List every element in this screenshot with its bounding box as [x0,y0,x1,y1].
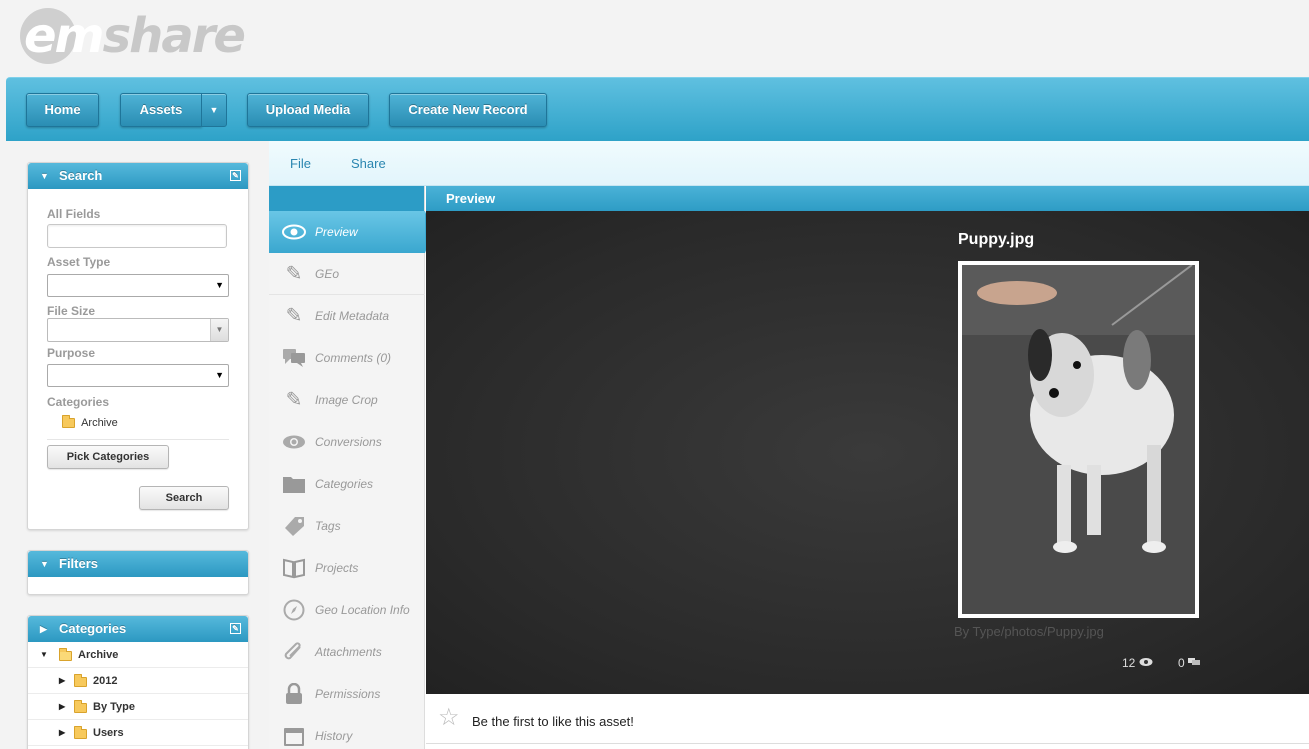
purpose-select[interactable]: ▼ [47,364,229,387]
expand-arrow-icon[interactable]: ▶ [40,616,47,642]
tree-item-by-type[interactable]: ▶ By Type [28,694,248,720]
asset-path: By Type/photos/Puppy.jpg [954,624,1104,639]
star-icon[interactable]: ☆ [438,706,460,730]
eye-icon [282,221,306,243]
tree-item-archive[interactable]: ▼ Archive [28,642,248,668]
nav-history[interactable]: History [269,715,425,749]
all-fields-input[interactable] [47,224,227,248]
asset-title: Puppy.jpg [958,231,1035,248]
logo-text: emshare [24,8,246,64]
edit-icon[interactable]: ✎ [230,623,241,634]
lock-icon [282,682,306,705]
assets-button[interactable]: Assets [120,93,202,127]
tag-icon [282,515,306,537]
categories-label: Categories [47,395,110,409]
top-navigation: Home Assets ▼ Upload Media Create New Re… [6,77,1309,141]
search-panel-header[interactable]: ▼ Search ✎ [28,163,248,189]
comment-count: 0 [1178,656,1201,670]
preview-header: Preview [426,186,1309,211]
filters-panel: ▼ Filters [27,550,249,595]
folder-icon [74,700,87,713]
view-count: 12 [1122,656,1153,670]
tree-item-2012[interactable]: ▶ 2012 [28,668,248,694]
categories-panel-header[interactable]: ▶ Categories ✎ [28,616,248,642]
asset-side-nav: Preview ✎ GEo ✎ Edit Metadata Comments (… [269,186,433,749]
asset-image-frame[interactable] [958,261,1199,618]
dropdown-arrow-icon: ▼ [215,370,224,380]
nav-projects[interactable]: Projects [269,547,425,589]
nav-geo[interactable]: ✎ GEo [269,253,425,295]
file-menu[interactable]: File [290,156,311,171]
nav-permissions[interactable]: Permissions [269,673,425,715]
nav-comments[interactable]: Comments (0) [269,337,425,379]
nav-image-crop[interactable]: ✎ Image Crop [269,379,425,421]
side-nav-header [269,186,424,211]
nav-geo-location-info[interactable]: Geo Location Info [269,589,425,631]
assets-dropdown-caret-icon[interactable]: ▼ [201,93,227,127]
dropdown-arrow-icon: ▼ [215,280,224,290]
pencil-icon: ✎ [285,389,303,411]
search-panel: ▼ Search ✎ All Fields Asset Type ▼ File … [27,162,249,530]
purpose-label: Purpose [47,346,96,360]
asset-image[interactable] [962,265,1195,614]
eye-icon [1139,656,1153,670]
categories-panel-title: Categories [59,621,127,636]
pencil-icon: ✎ [285,263,303,285]
book-icon [282,557,306,579]
folder-icon [62,415,75,429]
tree-collapse-icon[interactable]: ▼ [40,642,48,668]
tree-expand-icon[interactable]: ▶ [59,668,65,694]
asset-type-select[interactable]: ▼ [47,274,229,297]
paperclip-icon [282,641,306,663]
nav-edit-metadata[interactable]: ✎ Edit Metadata [269,295,425,337]
tree-expand-icon[interactable]: ▶ [59,694,65,720]
filters-panel-header[interactable]: ▼ Filters [28,551,248,577]
selected-category: Archive [62,415,118,429]
pencil-icon: ✎ [285,305,303,327]
nav-tags[interactable]: Tags [269,505,425,547]
folder-icon [74,674,87,687]
combo-arrow-icon[interactable]: ▼ [210,319,228,341]
folder-icon [74,726,87,739]
nav-attachments[interactable]: Attachments [269,631,425,673]
folder-icon [282,473,306,495]
collapse-arrow-icon[interactable]: ▼ [40,163,49,189]
folder-open-icon [59,648,72,661]
compass-icon [282,599,306,621]
tree-item-users[interactable]: ▶ Users [28,720,248,746]
edit-icon[interactable]: ✎ [230,170,241,181]
like-text: Be the first to like this asset! [472,714,634,729]
tree-expand-icon[interactable]: ▶ [59,720,65,746]
filters-panel-title: Filters [59,556,99,571]
calendar-icon [282,725,306,747]
upload-media-button[interactable]: Upload Media [247,93,369,127]
search-button[interactable]: Search [139,486,229,510]
divider [47,439,229,440]
collapse-arrow-icon[interactable]: ▼ [40,551,49,577]
emshare-logo[interactable]: emshare [20,6,246,66]
file-size-label: File Size [47,304,96,318]
nav-conversions[interactable]: Conversions [269,421,425,463]
nav-categories[interactable]: Categories [269,463,425,505]
home-button[interactable]: Home [26,93,99,127]
asset-menubar: File Share [269,141,1309,186]
all-fields-label: All Fields [47,207,101,221]
nav-preview[interactable]: Preview [269,211,433,253]
asset-type-label: Asset Type [47,255,111,269]
create-new-record-button[interactable]: Create New Record [389,93,547,127]
main-content: File Share Preview ✎ GEo ✎ Edit Metadata… [269,141,1309,749]
eye-icon [282,431,306,453]
file-size-combo[interactable]: ▼ [47,318,229,342]
categories-panel: ▶ Categories ✎ ▼ Archive ▶ 2012 ▶ By Typ… [27,615,249,749]
search-panel-title: Search [59,168,103,183]
comments-icon [1188,656,1201,670]
comments-icon [282,347,306,369]
like-bar: ☆ Be the first to like this asset! [426,694,1309,744]
preview-area: Puppy.jpg By Type/photos/Puppy.jpg 12 0 [426,211,1309,694]
share-menu[interactable]: Share [351,156,386,171]
pick-categories-button[interactable]: Pick Categories [47,445,169,469]
